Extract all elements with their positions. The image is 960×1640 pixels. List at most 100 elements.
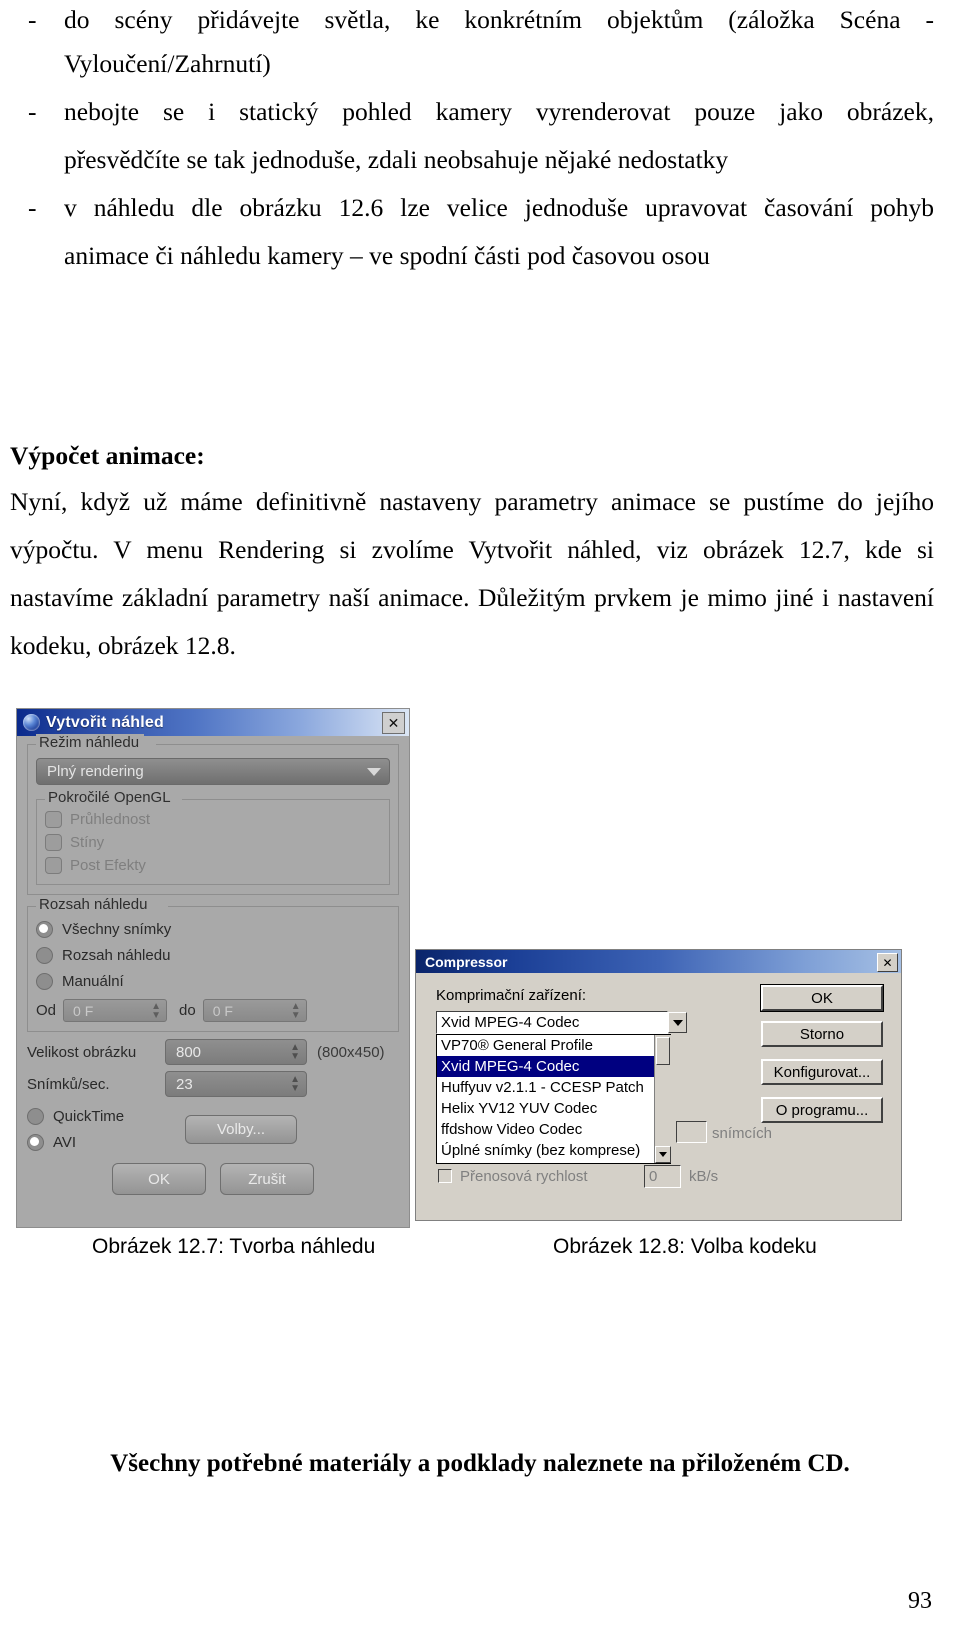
frames-label: snímcích [712,1125,773,1142]
list-item: - v náhledu dle obrázku 12.6 lze velice … [28,184,934,232]
to-value: 0 F [212,1002,233,1019]
codec-dropdown-button[interactable] [668,1012,687,1033]
bitrate-field[interactable]: 0 [644,1165,681,1188]
dialog-buttons: OK Zrušit [27,1163,399,1195]
checkbox-stiny[interactable]: Stíny [45,831,381,854]
to-label: do [179,1002,196,1019]
checkbox-icon [45,834,62,851]
fps-value: 23 [176,1075,193,1093]
bullet-line: do scény přidávejte světla, ke konkrétní… [64,5,934,34]
radio-rozsah-nahledu[interactable]: Rozsah náhledu [36,942,390,968]
list-item[interactable]: Úplné snímky (bez komprese) [437,1140,670,1161]
bullet-line: přesvědčíte se tak jednoduše, zdali neob… [64,145,729,174]
spinner-arrows-icon[interactable]: ▲ ▼ [290,1043,300,1062]
radio-vsechny-snimky[interactable]: Všechny snímky [36,916,390,942]
image-size-row: Velikost obrázku 800 ▲ ▼ (800x450) [27,1039,399,1065]
checkbox-label: Stíny [70,834,105,851]
chevron-down-icon [367,767,381,776]
list-item[interactable]: VP70® General Profile [437,1035,670,1056]
radio-icon [36,972,53,990]
radio-label: AVI [53,1133,77,1151]
figure-caption-left: Obrázek 12.7: Tvorba náhledu [92,1235,376,1258]
radio-quicktime[interactable]: QuickTime [27,1103,177,1129]
bullet-marker: - [28,193,37,222]
radio-icon [27,1133,44,1151]
mode-combobox-value: Plný rendering [47,763,144,780]
bullet-marker: - [28,5,37,34]
spinner-arrows-icon[interactable]: ▲ ▼ [290,1075,300,1094]
codec-combobox-value[interactable]: Xvid MPEG-4 Codec [436,1011,668,1034]
dialog-title: Vytvořit náhled [46,713,164,731]
from-label: Od [36,1002,57,1019]
image-size-label: Velikost obrázku [27,1043,137,1061]
radio-label: QuickTime [53,1107,125,1125]
image-size-spinner[interactable]: 800 ▲ ▼ [165,1039,307,1065]
format-row: QuickTime AVI Volby... [27,1103,399,1155]
footer-note: Všechny potřebné materiály a podklady na… [110,1450,850,1477]
spinner-arrows-icon[interactable]: ▲ ▼ [151,1001,161,1020]
ok-button[interactable]: OK [761,985,883,1011]
group-label: Rozsah náhledu [36,896,153,913]
list-item-cont: přesvědčíte se tak jednoduše, zdali neob… [28,136,934,184]
dialog-compressor: Compressor ✕ Komprimační zařízení: Xvid … [415,949,902,1221]
cancel-button[interactable]: Zrušit [220,1163,314,1195]
bullet-marker: - [28,97,37,126]
bullet-line: Vyloučení/Zahrnutí) [64,49,271,78]
dialog-titlebar: Compressor ✕ [416,950,901,973]
group-rezim-nahledu: Režim náhledu Plný rendering Pokročilé O… [27,734,399,895]
dialog-vytvorit-nahled: Vytvořit náhled ✕ Režim náhledu Plný ren… [16,708,410,1228]
radio-label: Manuální [62,972,124,990]
checkbox-post-efekty[interactable]: Post Efekty [45,854,381,877]
konfigurovat-button[interactable]: Konfigurovat... [761,1059,883,1085]
radio-icon [27,1107,44,1125]
to-spinner[interactable]: 0 F ▲ ▼ [202,999,307,1022]
group-label: Režim náhledu [36,734,145,751]
close-icon[interactable]: ✕ [877,953,898,972]
checkbox-label: Průhlednost [70,811,151,828]
scrollbar-down-arrow[interactable] [655,1146,671,1163]
group-label: Pokročilé OpenGL [45,789,176,806]
from-spinner[interactable]: 0 F ▲ ▼ [63,999,168,1022]
paragraph-line: nastavíme základní parametry naší animac… [10,583,934,612]
frames-field [676,1121,707,1143]
bitrate-label: Přenosová rychlost [460,1168,588,1185]
storno-button[interactable]: Storno [761,1021,883,1047]
document-page: - do scény přidávejte světla, ke konkrét… [0,0,960,1640]
app-orb-icon [23,714,40,731]
chevron-down-icon [659,1152,667,1157]
radio-manualni[interactable]: Manuální [36,968,390,994]
ok-button[interactable]: OK [112,1163,206,1195]
radio-label: Rozsah náhledu [62,946,171,964]
listbox-scrollbar[interactable] [654,1035,671,1163]
bullet-list: - do scény přidávejte světla, ke konkrét… [28,0,934,280]
body-paragraph: Nyní, když už máme definitivně nastaveny… [10,478,934,670]
close-icon[interactable]: ✕ [382,712,405,734]
section-heading: Výpočet animace: [10,441,205,470]
volby-button[interactable]: Volby... [185,1115,297,1144]
page-number: 93 [908,1588,932,1614]
list-item-selected[interactable]: Xvid MPEG-4 Codec [437,1056,670,1077]
fps-spinner[interactable]: 23 ▲ ▼ [165,1071,307,1097]
from-value: 0 F [73,1002,94,1019]
o-programu-button[interactable]: O programu... [761,1097,883,1123]
bitrate-checkbox[interactable] [438,1169,452,1183]
mode-combobox[interactable]: Plný rendering [36,758,390,785]
list-item[interactable]: Helix YV12 YUV Codec [437,1098,670,1119]
scrollbar-thumb[interactable] [656,1037,670,1065]
radio-avi[interactable]: AVI [27,1129,177,1155]
image-size-hint: (800x450) [317,1043,385,1061]
checkbox-pruhlednost[interactable]: Průhlednost [45,808,381,831]
figure-caption-right: Obrázek 12.8: Volba kodeku [553,1235,817,1258]
dialog-title: Compressor [425,953,508,970]
codec-listbox[interactable]: VP70® General Profile Xvid MPEG-4 Codec … [436,1034,671,1164]
bullet-line: v náhledu dle obrázku 12.6 lze velice je… [64,193,934,222]
list-item[interactable]: ffdshow Video Codec [437,1119,670,1140]
paragraph-line: Nyní, když už máme definitivně nastaveny… [10,487,934,516]
spinner-arrows-icon[interactable]: ▲ ▼ [291,1001,301,1020]
fps-label: Snímků/sec. [27,1075,110,1093]
group-pokrocile-opengl: Pokročilé OpenGL Průhlednost Stíny Post … [36,789,390,885]
list-item[interactable]: Huffyuv v2.1.1 - CCESP Patch [437,1077,670,1098]
bullet-line: animace či náhledu kamery – ve spodní čá… [64,241,710,270]
radio-icon [36,946,53,964]
checkbox-icon [45,857,62,874]
